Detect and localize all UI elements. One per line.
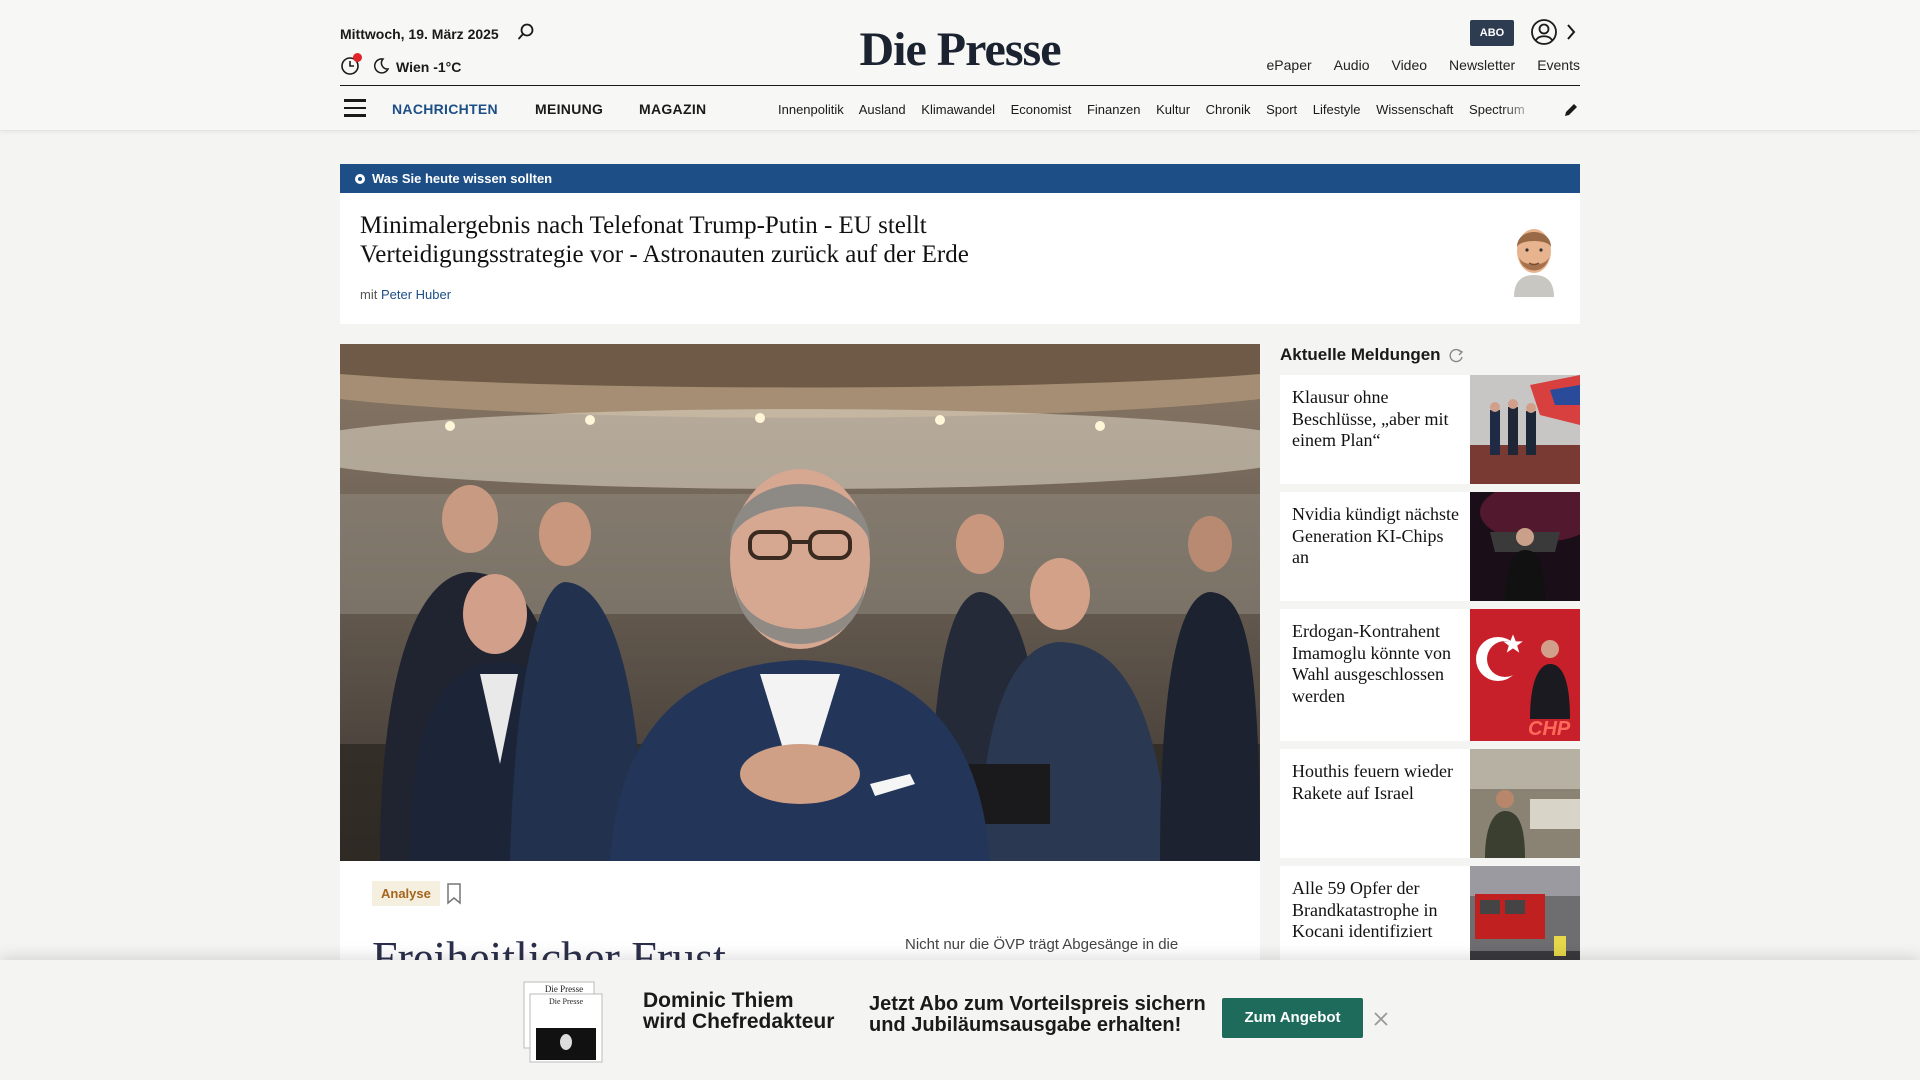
moon-icon xyxy=(373,58,390,74)
link-audio[interactable]: Audio xyxy=(1334,57,1370,73)
subscription-banner: Die Presse Die Presse Dominic Thiem wird… xyxy=(0,960,1920,1080)
search-icon[interactable] xyxy=(516,22,536,42)
nav-meinung[interactable]: MEINUNG xyxy=(535,101,603,117)
site-header: Mittwoch, 19. März 2025 Wien -1°C Die Pr… xyxy=(0,0,1920,131)
nav-lifestyle[interactable]: Lifestyle xyxy=(1313,102,1361,117)
hero-image[interactable] xyxy=(340,344,1260,861)
menu-icon[interactable] xyxy=(344,99,366,117)
user-icon[interactable] xyxy=(1530,18,1558,46)
nav-innenpolitik[interactable]: Innenpolitik xyxy=(778,102,844,117)
top-links: ePaper Audio Video Newsletter Events xyxy=(1245,57,1580,73)
svg-text:CHP: CHP xyxy=(1528,718,1571,740)
briefing-author: mit Peter Huber xyxy=(360,287,451,302)
offer-button[interactable]: Zum Angebot xyxy=(1222,998,1363,1038)
current-date: Mittwoch, 19. März 2025 xyxy=(340,26,499,42)
briefing-label: Was Sie heute wissen sollten xyxy=(372,171,553,186)
site-logo[interactable]: Die Presse xyxy=(840,20,1080,80)
promo-offer: Jetzt Abo zum Vorteilspreis sichern und … xyxy=(869,994,1206,1036)
nav-wissenschaft[interactable]: Wissenschaft xyxy=(1376,102,1453,117)
pencil-icon[interactable] xyxy=(1562,101,1580,119)
news-item[interactable]: Erdogan-Kontrahent Imamoglu könnte von W… xyxy=(1280,609,1580,741)
refresh-icon xyxy=(1449,348,1464,363)
weather-readout: Wien -1°C xyxy=(396,59,462,75)
nav-fade xyxy=(1500,96,1540,122)
chevron-right-icon[interactable] xyxy=(1564,22,1578,42)
promo-headline: Dominic Thiem wird Chefredakteur xyxy=(643,990,834,1032)
briefing-card[interactable]: Minimalergebnis nach Telefonat Trump-Put… xyxy=(340,193,1580,324)
news-item[interactable]: Nvidia kündigt nächste Generation KI-Chi… xyxy=(1280,492,1580,601)
nav-nachrichten[interactable]: NACHRICHTEN xyxy=(392,101,498,117)
news-thumbnail[interactable]: CHP xyxy=(1470,609,1580,741)
news-thumbnail[interactable] xyxy=(1470,375,1580,484)
newspaper-image: Die Presse Die Presse xyxy=(523,981,603,1063)
briefing-bar[interactable]: Was Sie heute wissen sollten xyxy=(340,164,1580,193)
abo-button[interactable]: ABO xyxy=(1470,20,1514,46)
news-title[interactable]: Alle 59 Opfer der Brandkatastrophe in Ko… xyxy=(1292,878,1462,943)
news-item[interactable]: Klausur ohne Beschlüsse, „aber mit einem… xyxy=(1280,375,1580,484)
news-thumbnail[interactable] xyxy=(1470,866,1580,975)
news-thumbnail[interactable] xyxy=(1470,492,1580,601)
news-title[interactable]: Erdogan-Kontrahent Imamoglu könnte von W… xyxy=(1292,621,1462,707)
briefing-title[interactable]: Minimalergebnis nach Telefonat Trump-Put… xyxy=(360,211,1080,269)
link-epaper[interactable]: ePaper xyxy=(1267,57,1312,73)
author-name[interactable]: Peter Huber xyxy=(381,287,451,302)
latest-news-heading[interactable]: Aktuelle Meldungen xyxy=(1280,345,1441,365)
clock-icon[interactable] xyxy=(340,53,362,76)
link-events[interactable]: Events xyxy=(1537,57,1580,73)
nav-kultur[interactable]: Kultur xyxy=(1156,102,1190,117)
live-dot-icon xyxy=(355,174,365,184)
news-title[interactable]: Houthis feuern wieder Rakete auf Israel xyxy=(1292,761,1462,804)
author-prefix: mit xyxy=(360,287,378,302)
nav-ausland[interactable]: Ausland xyxy=(859,102,906,117)
promo-offer-line: und Jubiläumsausgabe erhalten! xyxy=(869,1014,1182,1036)
promo-name-line: Dominic Thiem xyxy=(643,989,794,1012)
header-divider xyxy=(340,85,1580,86)
link-video[interactable]: Video xyxy=(1391,57,1427,73)
nav-magazin[interactable]: MAGAZIN xyxy=(639,101,706,117)
news-item[interactable]: Houthis feuern wieder Rakete auf Israel xyxy=(1280,749,1580,858)
bookmark-icon[interactable] xyxy=(446,883,462,905)
close-icon[interactable] xyxy=(1372,1010,1390,1028)
nav-klimawandel[interactable]: Klimawandel xyxy=(921,102,995,117)
analysis-tag[interactable]: Analyse xyxy=(372,881,440,906)
nav-economist[interactable]: Economist xyxy=(1011,102,1072,117)
notification-dot xyxy=(353,53,362,62)
news-thumbnail[interactable] xyxy=(1470,749,1580,858)
nav-chronik[interactable]: Chronik xyxy=(1206,102,1251,117)
nav-sport[interactable]: Sport xyxy=(1266,102,1297,117)
section-nav: Innenpolitik Ausland Klimawandel Economi… xyxy=(778,102,1540,117)
promo-name-line: wird Chefredakteur xyxy=(643,1010,835,1033)
promo-offer-line: Jetzt Abo zum Vorteilspreis sichern xyxy=(869,993,1206,1015)
paper-masthead: Die Presse xyxy=(545,984,583,994)
author-avatar xyxy=(1514,229,1554,297)
nav-finanzen[interactable]: Finanzen xyxy=(1087,102,1140,117)
paper-masthead: Die Presse xyxy=(549,997,583,1006)
link-newsletter[interactable]: Newsletter xyxy=(1449,57,1515,73)
news-title[interactable]: Nvidia kündigt nächste Generation KI-Chi… xyxy=(1292,504,1462,569)
hero-teaser[interactable]: Nicht nur die ÖVP trägt Abgesänge in die xyxy=(905,934,1225,956)
news-title[interactable]: Klausur ohne Beschlüsse, „aber mit einem… xyxy=(1292,387,1462,452)
news-item[interactable]: Alle 59 Opfer der Brandkatastrophe in Ko… xyxy=(1280,866,1580,975)
